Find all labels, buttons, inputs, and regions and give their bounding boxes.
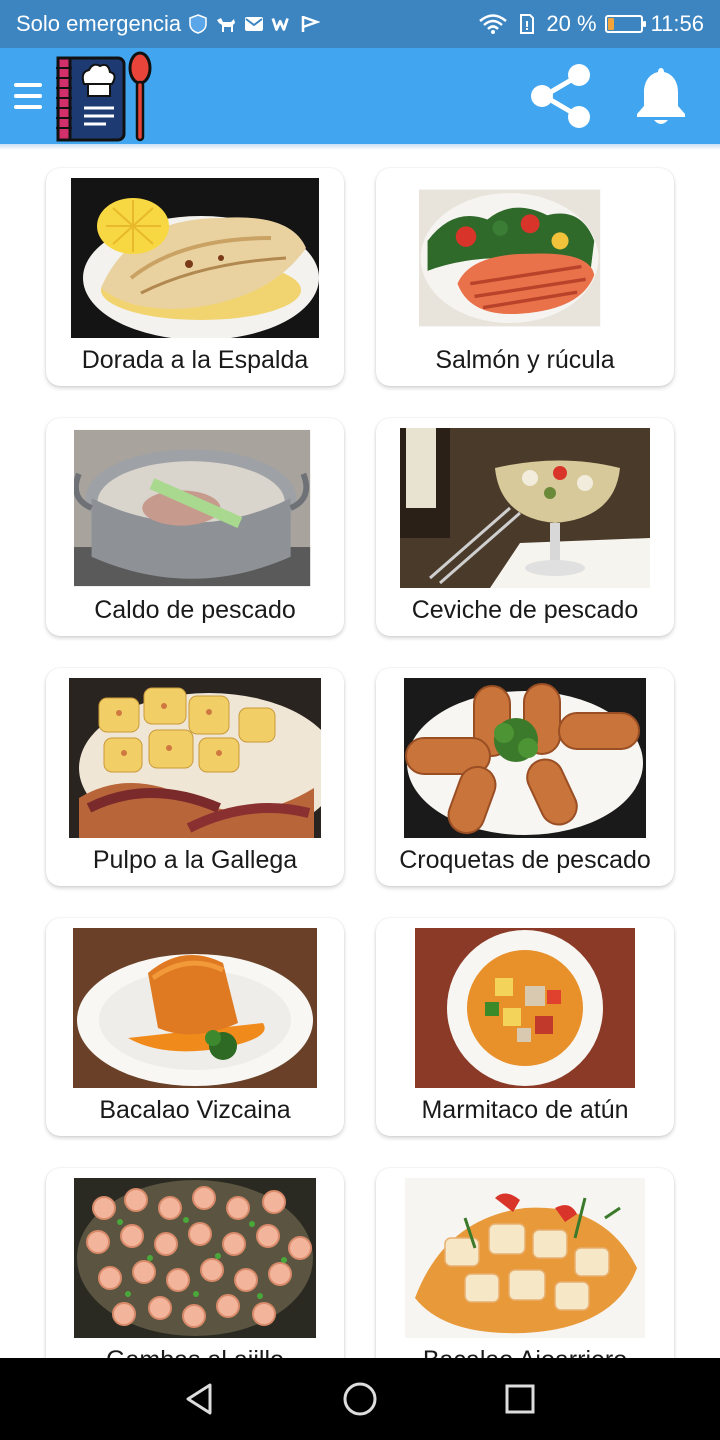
carrier-text: Solo emergencia [16,11,182,36]
recipe-card[interactable]: Salmón y rúcula [376,168,674,386]
navigation-bar [0,1358,720,1440]
recipe-title: Croquetas de pescado [399,846,651,874]
recipe-title: Bacalao Ajoarriero [423,1346,627,1358]
recipe-card[interactable]: Croquetas de pescado [376,668,674,886]
recipe-book-icon [56,50,152,142]
menu-icon[interactable] [14,79,42,113]
share-icon[interactable] [528,61,594,131]
time-text: 11:56 [650,11,704,36]
salmon-with-salad-image [419,189,601,327]
recipe-card[interactable]: Pulpo a la Gallega [46,668,344,886]
back-icon[interactable] [170,1369,230,1429]
bell-icon[interactable] [628,61,694,131]
status-right: 20 % 11:56 [478,11,704,37]
battery-icon [604,15,646,33]
recipe-card[interactable]: Marmitaco de atún [376,918,674,1136]
recipe-card[interactable]: Caldo de pescado [46,418,344,636]
sim-icon [516,13,538,35]
recipe-title: Pulpo a la Gallega [92,846,298,874]
recipe-card[interactable]: Ceviche de pescado [376,418,674,636]
wifi-icon [478,13,508,35]
check-flag-icon [299,13,321,35]
recipe-card[interactable]: Dorada a la Espalda [46,168,344,386]
dog-icon [215,13,237,35]
recipe-title: Dorada a la Espalda [81,346,309,374]
cod-in-sauce-image [73,928,317,1088]
ceviche-glass-image [400,428,650,588]
recipe-title: Caldo de pescado [94,596,296,624]
recipe-card[interactable]: Bacalao Vizcaina [46,918,344,1136]
recipe-card[interactable]: Bacalao Ajoarriero [376,1168,674,1358]
octopus-with-potatoes-image [69,678,321,838]
battery-text: 20 % [546,11,597,36]
battery-fill [607,18,615,30]
fish-broth-pot-image [74,429,311,587]
home-icon[interactable] [330,1369,390,1429]
recipe-title: Bacalao Vizcaina [99,1096,291,1124]
recipe-title: Salmón y rúcula [435,346,615,374]
grilled-fish-with-lemon-image [71,178,319,338]
app-actions [528,61,706,131]
recipe-card[interactable]: Gambas al ajillo [46,1168,344,1358]
status-bar: Solo emergencia 20 % 11:56 [0,0,720,48]
tuna-stew-bowl-image [415,928,635,1088]
cod-with-peppers-image [405,1178,645,1338]
status-left: Solo emergencia [16,11,321,37]
recipe-title: Gambas al ajillo [106,1346,284,1358]
shield-icon [187,13,209,35]
app-bar [0,48,720,144]
recipe-title: Ceviche de pescado [411,596,639,624]
recents-icon[interactable] [490,1369,550,1429]
recipe-title: Marmitaco de atún [421,1096,629,1124]
w-icon [271,13,293,35]
mail-icon [243,13,265,35]
garlic-shrimp-image [74,1178,316,1338]
recipe-grid: Dorada a la Espalda Salmón y rúcula Cald… [0,150,720,1358]
fish-croquettes-image [404,678,646,838]
recipe-list[interactable]: Dorada a la Espalda Salmón y rúcula Cald… [0,150,720,1358]
